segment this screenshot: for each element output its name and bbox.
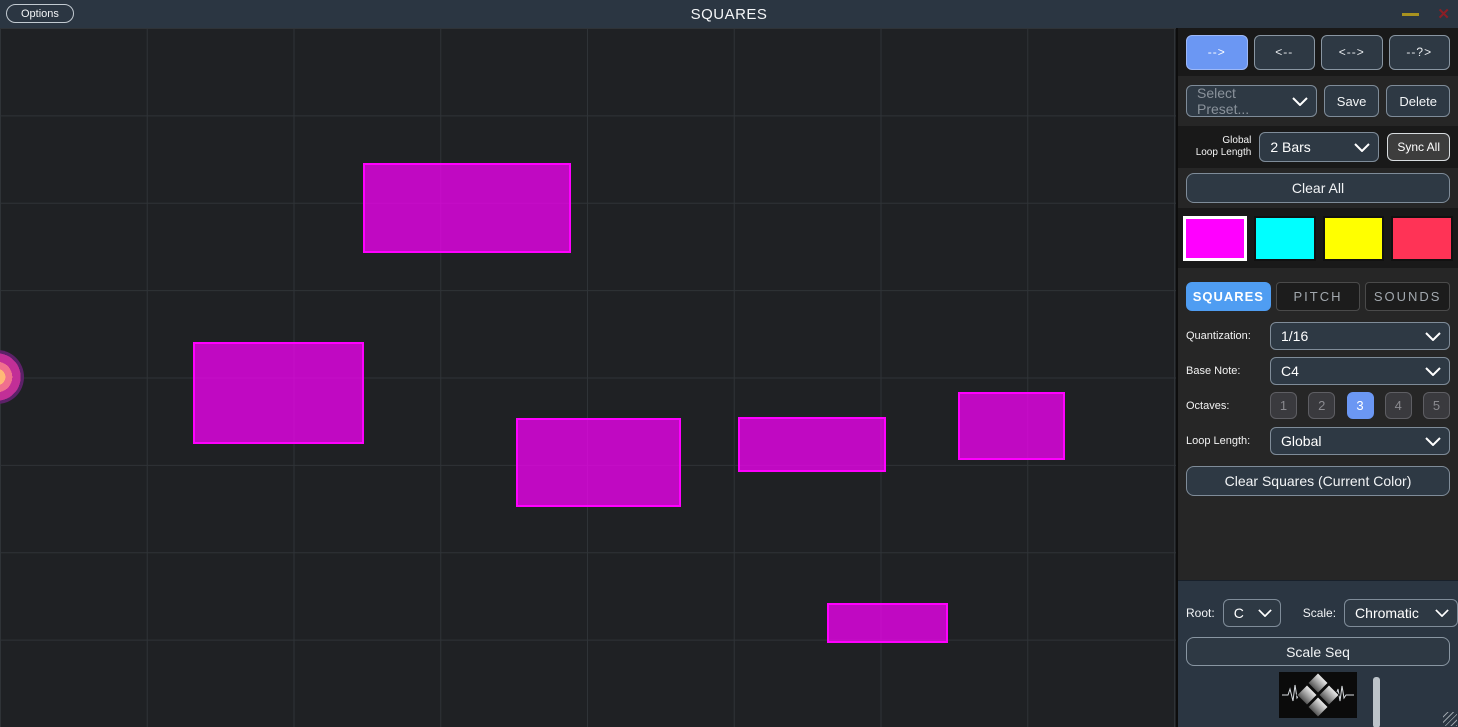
scale-select[interactable]: Chromatic xyxy=(1344,599,1458,627)
color-swatch-magenta[interactable] xyxy=(1183,216,1247,261)
octave-button-2[interactable]: 2 xyxy=(1308,392,1335,419)
note-square[interactable] xyxy=(958,392,1065,460)
chevron-down-icon xyxy=(1425,367,1441,376)
clear-all-row: Clear All xyxy=(1178,168,1458,208)
delete-preset-button[interactable]: Delete xyxy=(1386,85,1450,117)
base-note-row: Base Note: C4 xyxy=(1178,353,1458,388)
note-square[interactable] xyxy=(516,418,681,507)
squares-canvas[interactable] xyxy=(0,28,1176,727)
root-select[interactable]: C xyxy=(1223,599,1281,627)
note-square[interactable] xyxy=(738,417,886,472)
global-loop-row: Global Loop Length 2 Bars Sync All xyxy=(1178,126,1458,168)
app-window: Options SQUARES ✕ --> <-- <--> --?> Sele… xyxy=(0,0,1458,727)
chevron-down-icon xyxy=(1425,437,1441,446)
sync-all-button[interactable]: Sync All xyxy=(1387,133,1450,161)
base-note-label: Base Note: xyxy=(1186,365,1263,377)
scale-panel: Root: C Scale: Chromatic Scale Seq xyxy=(1178,580,1458,727)
octaves-row: Octaves: 1 2 3 4 5 xyxy=(1178,388,1458,423)
scale-value: Chromatic xyxy=(1355,605,1419,621)
color-swatch-pink[interactable] xyxy=(1391,216,1453,261)
loop-length-row: Loop Length: Global xyxy=(1178,423,1458,458)
quantization-label: Quantization: xyxy=(1186,330,1263,342)
clear-squares-button[interactable]: Clear Squares (Current Color) xyxy=(1186,466,1450,496)
note-square[interactable] xyxy=(193,342,364,444)
chevron-down-icon xyxy=(1435,609,1449,617)
color-swatch-row xyxy=(1178,208,1458,268)
transport-forward-button[interactable]: --> xyxy=(1186,35,1248,70)
octave-button-5[interactable]: 5 xyxy=(1423,392,1450,419)
titlebar: Options SQUARES ✕ xyxy=(0,0,1458,28)
loop-length-value: Global xyxy=(1281,433,1321,449)
quantization-select[interactable]: 1/16 xyxy=(1270,322,1450,350)
octave-button-4[interactable]: 4 xyxy=(1385,392,1412,419)
tab-squares[interactable]: SQUARES xyxy=(1186,282,1271,311)
root-value: C xyxy=(1234,605,1244,621)
loop-length-label: Loop Length: xyxy=(1186,435,1263,447)
clear-squares-row: Clear Squares (Current Color) xyxy=(1178,458,1458,504)
color-swatch-yellow[interactable] xyxy=(1323,216,1385,261)
preset-select[interactable]: Select Preset... xyxy=(1186,85,1317,117)
scale-seq-button[interactable]: Scale Seq xyxy=(1186,637,1450,666)
note-square[interactable] xyxy=(827,603,948,643)
playhead-indicator xyxy=(0,350,24,404)
octave-buttons: 1 2 3 4 5 xyxy=(1270,392,1450,419)
octave-button-1[interactable]: 1 xyxy=(1270,392,1297,419)
chevron-down-icon xyxy=(1425,332,1441,341)
octave-button-3[interactable]: 3 xyxy=(1347,392,1374,419)
base-note-select[interactable]: C4 xyxy=(1270,357,1450,385)
sidebar-spacer xyxy=(1178,504,1458,580)
tab-pitch[interactable]: PITCH xyxy=(1276,282,1361,311)
quantization-value: 1/16 xyxy=(1281,328,1308,344)
preset-row: Select Preset... Save Delete xyxy=(1178,76,1458,126)
transport-row: --> <-- <--> --?> xyxy=(1178,28,1458,76)
window-controls: ✕ xyxy=(1402,0,1450,28)
transport-pingpong-button[interactable]: <--> xyxy=(1321,35,1383,70)
global-loop-length-select[interactable]: 2 Bars xyxy=(1259,132,1379,162)
global-loop-length-value: 2 Bars xyxy=(1270,139,1310,155)
chevron-down-icon xyxy=(1354,143,1370,152)
tab-sounds[interactable]: SOUNDS xyxy=(1365,282,1450,311)
window-title: SQUARES xyxy=(0,6,1458,23)
tab-row: SQUARES PITCH SOUNDS xyxy=(1178,268,1458,318)
scrollbar-thumb[interactable] xyxy=(1373,677,1380,727)
app-logo xyxy=(1279,672,1357,718)
octaves-label: Octaves: xyxy=(1186,400,1263,412)
base-note-value: C4 xyxy=(1281,363,1299,379)
resize-grip[interactable] xyxy=(1443,712,1457,726)
save-preset-button[interactable]: Save xyxy=(1324,85,1380,117)
root-label: Root: xyxy=(1186,606,1215,620)
quantization-row: Quantization: 1/16 xyxy=(1178,318,1458,353)
minimize-icon[interactable] xyxy=(1402,13,1419,16)
scale-label: Scale: xyxy=(1303,606,1336,620)
preset-select-value: Select Preset... xyxy=(1197,85,1290,117)
sidebar: --> <-- <--> --?> Select Preset... Save … xyxy=(1176,28,1458,727)
chevron-down-icon xyxy=(1258,609,1272,617)
chevron-down-icon xyxy=(1292,97,1308,106)
loop-length-select[interactable]: Global xyxy=(1270,427,1450,455)
clear-all-button[interactable]: Clear All xyxy=(1186,173,1450,203)
color-swatch-cyan[interactable] xyxy=(1254,216,1316,261)
note-square[interactable] xyxy=(363,163,571,253)
transport-random-button[interactable]: --?> xyxy=(1389,35,1451,70)
transport-backward-button[interactable]: <-- xyxy=(1254,35,1316,70)
global-loop-label: Global Loop Length xyxy=(1186,135,1251,160)
close-icon[interactable]: ✕ xyxy=(1437,7,1450,22)
